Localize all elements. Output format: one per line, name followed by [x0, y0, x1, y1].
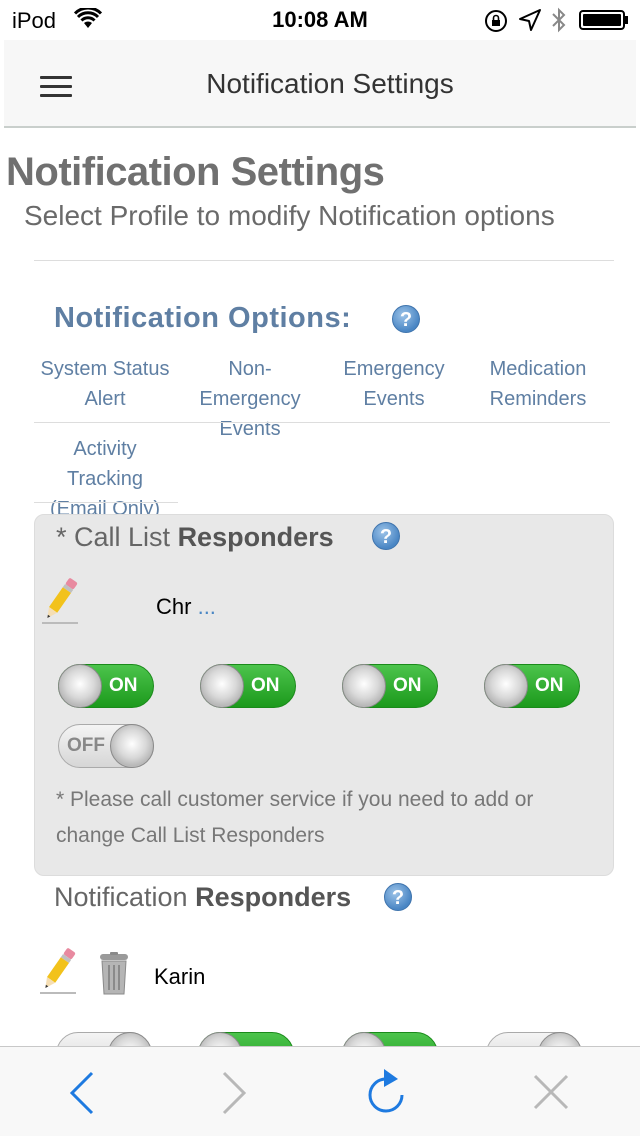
- toggle-knob: [58, 664, 102, 708]
- toggle-medication[interactable]: ON: [484, 664, 580, 708]
- toggle-knob: [110, 724, 154, 768]
- option-column-non-emergency: Non- Emergency Events: [199, 358, 301, 440]
- divider: [34, 260, 614, 261]
- toggle-activity-tracking[interactable]: OFF: [58, 724, 154, 768]
- call-list-note: * Please call customer service if you ne…: [56, 788, 534, 847]
- reload-icon[interactable]: [366, 1067, 410, 1117]
- rotation-lock-icon: [485, 10, 507, 32]
- option-column-system-status: System Status Alert: [40, 358, 170, 410]
- toggle-knob: [342, 664, 386, 708]
- page-subtitle: Select Profile to modify Notification op…: [24, 200, 555, 231]
- header-title: Notification Settings: [206, 68, 454, 99]
- divider: [34, 422, 610, 423]
- forward-icon[interactable]: [218, 1071, 248, 1115]
- close-icon[interactable]: [532, 1073, 570, 1111]
- location-icon: [519, 9, 541, 31]
- help-icon[interactable]: ?: [392, 305, 420, 333]
- option-column-activity-tracking: Activity Tracking (Email Only): [49, 438, 160, 520]
- divider: [34, 502, 178, 503]
- back-icon[interactable]: [68, 1071, 98, 1115]
- status-bar: iPod 10:08 AM: [0, 0, 640, 40]
- pencil-icon[interactable]: [38, 948, 78, 996]
- toggle-emergency[interactable]: ON: [342, 664, 438, 708]
- toggle-system-status[interactable]: ON: [58, 664, 154, 708]
- help-icon[interactable]: ?: [384, 883, 412, 911]
- pencil-icon[interactable]: [40, 578, 80, 626]
- browser-toolbar: [0, 1046, 640, 1136]
- trash-icon[interactable]: [96, 952, 132, 996]
- responder-name[interactable]: Chr ...: [156, 594, 216, 620]
- toggle-non-emergency[interactable]: ON: [200, 664, 296, 708]
- bluetooth-icon: [552, 7, 566, 33]
- option-column-medication: Medication Reminders: [489, 358, 587, 410]
- clock: 10:08 AM: [272, 7, 368, 32]
- notification-options-heading: Notification Options:: [54, 302, 352, 334]
- toggle-knob: [200, 664, 244, 708]
- page-title: Notification Settings: [6, 150, 385, 194]
- app-header: Notification Settings: [4, 40, 636, 128]
- call-list-heading: * Call List Responders: [56, 522, 334, 552]
- toggle-knob: [484, 664, 528, 708]
- responder-name[interactable]: Karin: [154, 964, 205, 990]
- help-icon[interactable]: ?: [372, 522, 400, 550]
- option-column-emergency: Emergency Events: [343, 358, 445, 410]
- battery-icon: [579, 10, 628, 30]
- notification-responders-heading: Notification Responders: [54, 882, 352, 912]
